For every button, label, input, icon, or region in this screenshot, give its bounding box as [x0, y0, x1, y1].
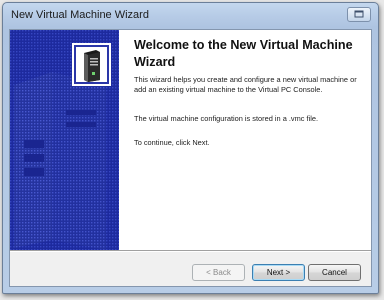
- window-restore-icon[interactable]: [347, 7, 371, 22]
- banner-artwork: [10, 30, 119, 250]
- title-bar[interactable]: New Virtual Machine Wizard: [3, 3, 378, 29]
- continue-paragraph: To continue, click Next.: [134, 138, 210, 147]
- server-computer-icon: [84, 50, 100, 82]
- cancel-button[interactable]: Cancel: [308, 264, 361, 281]
- wizard-window: New Virtual Machine Wizard Welcome to th…: [2, 2, 379, 294]
- button-footer: < Back Next > Cancel: [10, 252, 371, 286]
- next-button[interactable]: Next >: [252, 264, 305, 281]
- page-title: Welcome to the New Virtual Machine Wizar…: [134, 38, 353, 69]
- configuration-paragraph: The virtual machine configuration is sto…: [134, 114, 319, 123]
- window-title: New Virtual Machine Wizard: [11, 9, 149, 21]
- wizard-client-area: Welcome to the New Virtual Machine Wizar…: [9, 29, 372, 287]
- side-banner: [10, 30, 119, 250]
- back-button[interactable]: < Back: [192, 264, 245, 281]
- welcome-content: Welcome to the New Virtual Machine Wizar…: [119, 30, 371, 250]
- intro-paragraph: This wizard helps you create and configu…: [134, 75, 357, 94]
